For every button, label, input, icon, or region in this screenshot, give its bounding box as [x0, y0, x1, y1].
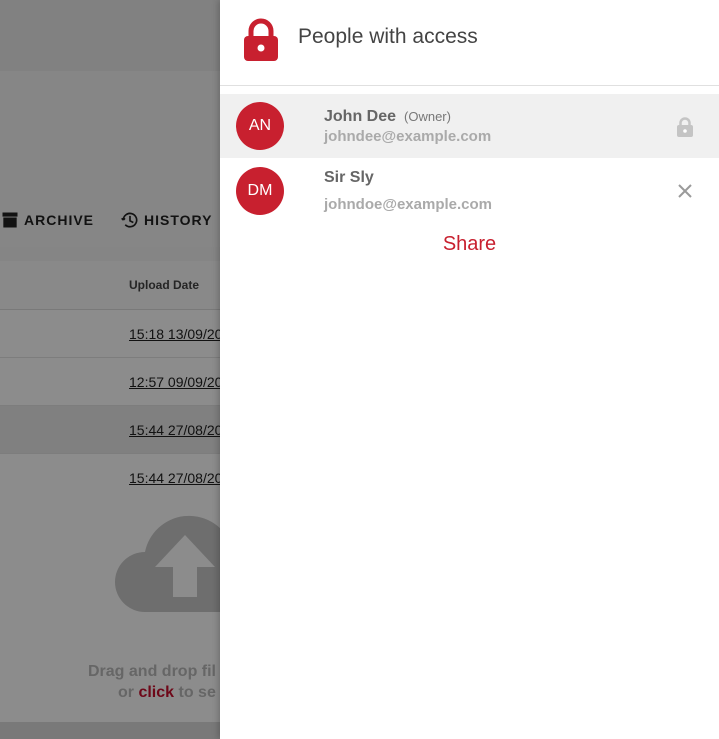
person-name-text: John Dee — [324, 108, 397, 125]
avatar: AN — [236, 102, 284, 150]
person-email: johndee@example.com — [324, 128, 492, 145]
person-name-text: Sir Sly — [324, 169, 374, 186]
lock-icon — [244, 18, 278, 61]
lock-icon — [677, 117, 693, 137]
close-icon[interactable] — [677, 183, 693, 199]
avatar: DM — [236, 167, 284, 215]
person-role: (Owner) — [404, 109, 451, 124]
person-name: John Dee (Owner) — [324, 108, 451, 126]
person-row: DM Sir Sly johndoe@example.com — [220, 159, 719, 223]
person-name: Sir Sly — [324, 169, 374, 187]
share-button[interactable]: Share — [220, 233, 719, 256]
access-drawer: People with access AN John Dee (Owner) jo… — [220, 0, 719, 739]
drawer-header: People with access — [220, 0, 719, 86]
person-row: AN John Dee (Owner) johndee@example.com — [220, 94, 719, 158]
person-email: johndoe@example.com — [324, 196, 492, 213]
drawer-title: People with access — [298, 25, 478, 48]
